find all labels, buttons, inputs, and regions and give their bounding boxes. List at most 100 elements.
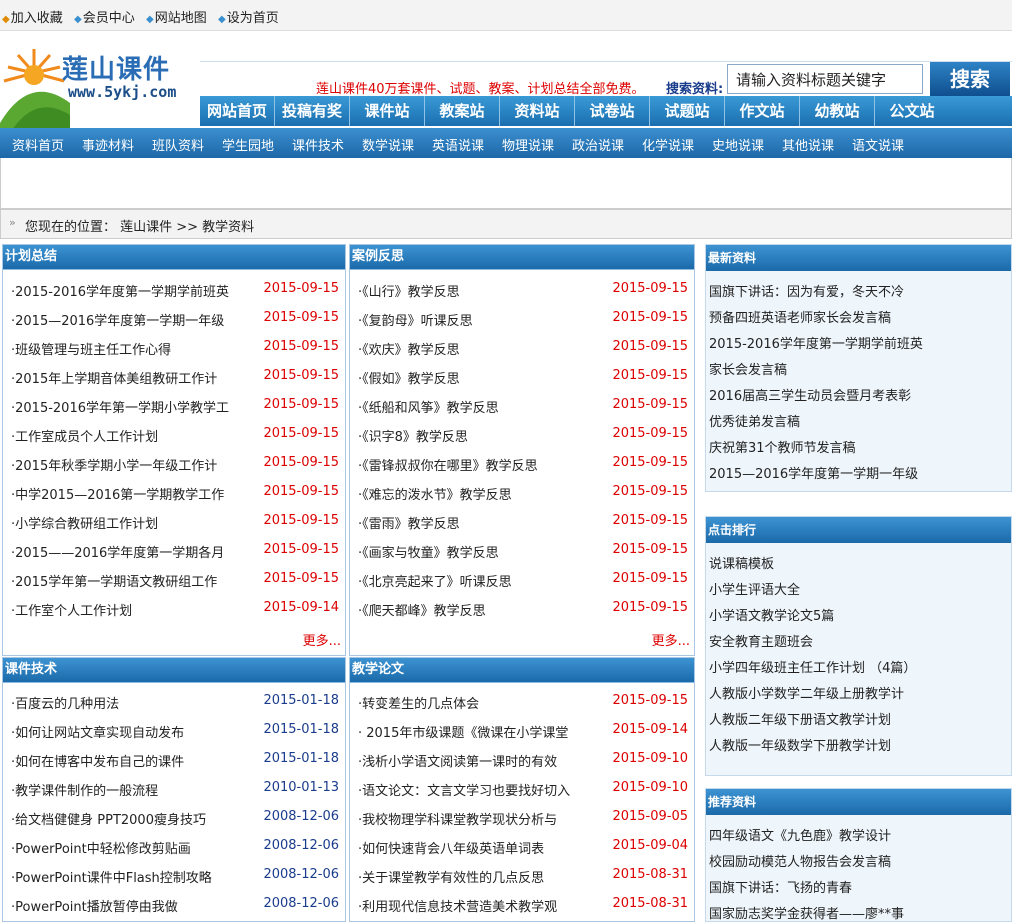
item-title[interactable]: ·《山行》教学反思 [358, 281, 460, 300]
add-favorite-link[interactable]: ◆加入收藏 [2, 7, 63, 26]
item-title[interactable]: ·教学课件制作的一般流程 [11, 780, 158, 799]
item-title[interactable]: ·《欢庆》教学反思 [358, 339, 460, 358]
item-title[interactable]: ·转变差生的几点体会 [358, 693, 479, 712]
list-item[interactable]: ·《难忘的泼水节》教学反思 2015-09-15 [358, 484, 688, 504]
item-title[interactable]: ·中学2015—2016第一学期教学工作 [11, 484, 224, 503]
subnav-item[interactable]: 课件技术 [292, 135, 344, 154]
list-item[interactable]: ·《欢庆》教学反思 2015-09-15 [358, 339, 688, 359]
list-item[interactable]: ·PowerPoint播放暂停由我做 2008-12-06 [11, 896, 339, 916]
list-item[interactable]: ·小学综合教研组工作计划 2015-09-15 [11, 513, 339, 533]
subnav-item[interactable]: 学生园地 [222, 135, 274, 154]
item-title[interactable]: ·如何让网站文章实现自动发布 [11, 722, 184, 741]
item-title[interactable]: ·《画家与牧童》教学反思 [358, 542, 499, 561]
item-title[interactable]: ·利用现代信息技术营造美术教学观 [358, 896, 557, 915]
item-title[interactable]: ·如何快速背会八年级英语单词表 [358, 838, 544, 857]
side-list-item[interactable]: 人教版小学数学二年级上册教学计 [709, 683, 904, 702]
list-item[interactable]: ·PowerPoint中轻松修改剪贴画 2008-12-06 [11, 838, 339, 858]
item-title[interactable]: ·PowerPoint播放暂停由我做 [11, 896, 178, 915]
side-list-item[interactable]: 小学语文教学论文5篇 [709, 605, 834, 624]
list-item[interactable]: ·《雷雨》教学反思 2015-09-15 [358, 513, 688, 533]
member-center-link[interactable]: ◆会员中心 [74, 7, 135, 26]
item-title[interactable]: ·2015——2016学年度第一学期各月 [11, 542, 224, 561]
item-title[interactable]: ·我校物理学科课堂教学现状分析与 [358, 809, 557, 828]
nav-courseware[interactable]: 课件站 [350, 96, 425, 126]
side-list-item[interactable]: 安全教育主题班会 [709, 631, 813, 650]
list-item[interactable]: ·《画家与牧童》教学反思 2015-09-15 [358, 542, 688, 562]
nav-submit[interactable]: 投稿有奖 [275, 96, 350, 126]
side-list-item[interactable]: 说课稿模板 [709, 553, 774, 572]
nav-questions[interactable]: 试题站 [650, 96, 725, 126]
list-item[interactable]: ·PowerPoint课件中Flash控制攻略 2008-12-06 [11, 867, 339, 887]
item-title[interactable]: ·2015-2016学年第一学期小学教学工 [11, 397, 229, 416]
side-list-item[interactable]: 人教版一年级数学下册教学计划 [709, 735, 891, 754]
subnav-item[interactable]: 事迹材料 [82, 135, 134, 154]
item-title[interactable]: ·《爬天都峰》教学反思 [358, 600, 486, 619]
nav-home[interactable]: 网站首页 [200, 96, 275, 126]
list-item[interactable]: ·浅析小学语文阅读第一课时的有效 2015-09-10 [358, 751, 688, 771]
list-item[interactable]: ·2015-2016学年第一学期小学教学工 2015-09-15 [11, 397, 339, 417]
nav-preschool[interactable]: 幼教站 [800, 96, 875, 126]
list-item[interactable]: ·2015—2016学年度第一学期一年级 2015-09-15 [11, 310, 339, 330]
list-item[interactable]: ·2015年上学期音体美组教研工作计 2015-09-15 [11, 368, 339, 388]
side-list-item[interactable]: 小学生评语大全 [709, 579, 800, 598]
subnav-item[interactable]: 班队资料 [152, 135, 204, 154]
list-item[interactable]: ·百度云的几种用法 2015-01-18 [11, 693, 339, 713]
item-title[interactable]: ·小学综合教研组工作计划 [11, 513, 158, 532]
item-title[interactable]: ·班级管理与班主任工作心得 [11, 339, 171, 358]
item-title[interactable]: ·《雷锋叔叔你在哪里》教学反思 [358, 455, 538, 474]
item-title[interactable]: ·PowerPoint课件中Flash控制攻略 [11, 867, 212, 886]
side-list-item[interactable]: 国旗下讲话：飞扬的青春 [709, 877, 852, 896]
item-title[interactable]: ·2015—2016学年度第一学期一年级 [11, 310, 224, 329]
subnav-item[interactable]: 资料首页 [12, 135, 64, 154]
list-item[interactable]: ·给文档健健身 PPT2000瘦身技巧 2008-12-06 [11, 809, 339, 829]
search-button[interactable]: 搜索 [930, 62, 1010, 96]
item-title[interactable]: ·《北京亮起来了》听课反思 [358, 571, 512, 590]
list-item[interactable]: ·工作室成员个人工作计划 2015-09-15 [11, 426, 339, 446]
list-item[interactable]: ·2015年秋季学期小学一年级工作计 2015-09-15 [11, 455, 339, 475]
side-list-item[interactable]: 优秀徒弟发言稿 [709, 411, 800, 430]
nav-lesson-plans[interactable]: 教案站 [425, 96, 500, 126]
subnav-item[interactable]: 化学说课 [642, 135, 694, 154]
item-title[interactable]: ·2015-2016学年度第一学期学前班英 [11, 281, 229, 300]
list-item[interactable]: ·我校物理学科课堂教学现状分析与 2015-09-05 [358, 809, 688, 829]
list-item[interactable]: · 2015年市级课题《微课在小学课堂 2015-09-14 [358, 722, 688, 742]
item-title[interactable]: ·2015学年第一学期语文教研组工作 [11, 571, 217, 590]
side-list-item[interactable]: 预备四班英语老师家长会发言稿 [709, 307, 891, 326]
subnav-item[interactable]: 英语说课 [432, 135, 484, 154]
site-map-link[interactable]: ◆网站地图 [146, 7, 207, 26]
subnav-item[interactable]: 其他说课 [782, 135, 834, 154]
more-link[interactable]: 更多... [652, 630, 690, 649]
item-title[interactable]: ·工作室成员个人工作计划 [11, 426, 158, 445]
side-list-item[interactable]: 四年级语文《九色鹿》教学设计 [709, 825, 891, 844]
list-item[interactable]: ·利用现代信息技术营造美术教学观 2015-08-31 [358, 896, 688, 916]
side-list-item[interactable]: 校园励动模范人物报告会发言稿 [709, 851, 891, 870]
item-title[interactable]: ·《假如》教学反思 [358, 368, 460, 387]
item-title[interactable]: ·《难忘的泼水节》教学反思 [358, 484, 512, 503]
side-list-item[interactable]: 2015—2016学年度第一学期一年级 [709, 463, 918, 482]
item-title[interactable]: ·2015年秋季学期小学一年级工作计 [11, 455, 217, 474]
item-title[interactable]: ·百度云的几种用法 [11, 693, 119, 712]
side-list-item[interactable]: 人教版二年级下册语文教学计划 [709, 709, 891, 728]
nav-documents[interactable]: 公文站 [875, 96, 949, 126]
more-link[interactable]: 更多... [303, 630, 341, 649]
list-item[interactable]: ·班级管理与班主任工作心得 2015-09-15 [11, 339, 339, 359]
item-title[interactable]: ·《雷雨》教学反思 [358, 513, 460, 532]
list-item[interactable]: ·2015学年第一学期语文教研组工作 2015-09-15 [11, 571, 339, 591]
list-item[interactable]: ·《识字8》教学反思 2015-09-15 [358, 426, 688, 446]
list-item[interactable]: ·关于课堂教学有效性的几点反思 2015-08-31 [358, 867, 688, 887]
list-item[interactable]: ·语文论文：文言文学习也要找好切入 2015-09-10 [358, 780, 688, 800]
list-item[interactable]: ·工作室个人工作计划 2015-09-14 [11, 600, 339, 620]
list-item[interactable]: ·《雷锋叔叔你在哪里》教学反思 2015-09-15 [358, 455, 688, 475]
item-title[interactable]: ·《复韵母》听课反思 [358, 310, 473, 329]
side-list-item[interactable]: 国家励志奖学金获得者——廖**事 [709, 903, 904, 922]
list-item[interactable]: ·如何快速背会八年级英语单词表 2015-09-04 [358, 838, 688, 858]
item-title[interactable]: ·如何在博客中发布自己的课件 [11, 751, 184, 770]
side-list-item[interactable]: 小学四年级班主任工作计划 （4篇） [709, 657, 916, 676]
item-title[interactable]: ·2015年上学期音体美组教研工作计 [11, 368, 217, 387]
item-title[interactable]: ·给文档健健身 PPT2000瘦身技巧 [11, 809, 206, 828]
side-list-item[interactable]: 2016届高三学生动员会暨月考表彰 [709, 385, 911, 404]
subnav-item[interactable]: 物理说课 [502, 135, 554, 154]
side-list-item[interactable]: 家长会发言稿 [709, 359, 787, 378]
list-item[interactable]: ·2015——2016学年度第一学期各月 2015-09-15 [11, 542, 339, 562]
list-item[interactable]: ·2015-2016学年度第一学期学前班英 2015-09-15 [11, 281, 339, 301]
